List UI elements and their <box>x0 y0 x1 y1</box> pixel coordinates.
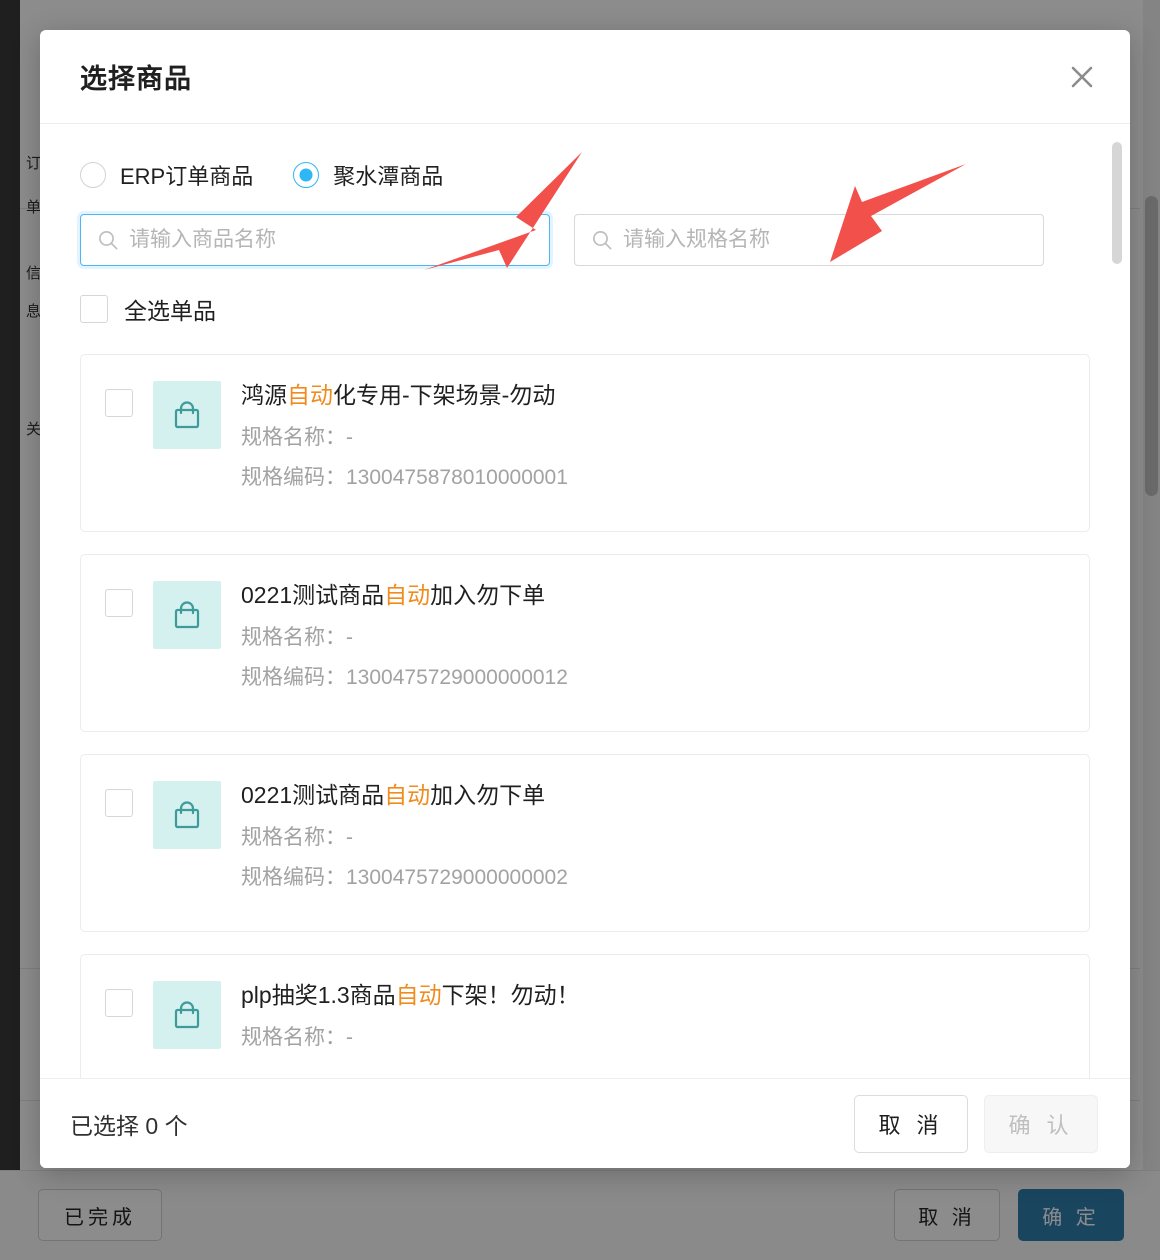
page-root: 订 单 信 息 关 已完成 取 消 确 定 选择商品 ERP订单商品 聚水潭商品… <box>0 0 1160 1260</box>
product-spec-name-line: 规格名称：- <box>241 1024 1063 1052</box>
selected-count-text: 已选择 0 个 <box>70 1112 188 1139</box>
radio-label: 聚水潭商品 <box>333 164 444 189</box>
product-spec-code-line: 规格编码：1300475878010000001 <box>241 464 1063 492</box>
product-info: 0221测试商品自动加入勿下单 规格名称：- 规格编码：130047572900… <box>241 781 1063 892</box>
product-source-radio-group: ERP订单商品 聚水潭商品 <box>80 158 1090 192</box>
product-name-highlight: 自动 <box>287 382 333 408</box>
dialog-title: 选择商品 <box>80 64 192 94</box>
product-info: 鸿源自动化专用-下架场景-勿动 规格名称：- 规格编码：130047587801… <box>241 381 1063 492</box>
spec-name-label: 规格名称： <box>241 1025 346 1049</box>
product-spec-code-line: 规格编码：1300475729000000002 <box>241 864 1063 892</box>
dialog-body: ERP订单商品 聚水潭商品 请输入商品名称 请输入规格名称 全选单品 鸿源自动化… <box>40 124 1130 1078</box>
spec-name-search-box[interactable] <box>574 214 1044 266</box>
product-list-item[interactable]: plp抽奖1.3商品自动下架！勿动！ 规格名称：- <box>80 954 1090 1078</box>
spec-name-label: 规格名称： <box>241 625 346 649</box>
spec-name-label: 规格名称： <box>241 425 346 449</box>
radio-erp-order-product[interactable]: ERP订单商品 <box>80 159 253 191</box>
shopping-bag-icon <box>153 581 221 649</box>
spec-name-value: - <box>346 625 353 649</box>
spec-name-value: - <box>346 825 353 849</box>
product-name-prefix: 0221测试商品 <box>241 582 385 608</box>
product-list-item[interactable]: 0221测试商品自动加入勿下单 规格名称：- 规格编码：130047572900… <box>80 554 1090 732</box>
dialog-confirm-button: 确 认 <box>984 1094 1098 1153</box>
dialog-footer: 已选择 0 个 取 消 确 认 <box>40 1078 1130 1168</box>
product-list-item[interactable]: 鸿源自动化专用-下架场景-勿动 规格名称：- 规格编码：130047587801… <box>80 354 1090 532</box>
product-list-item[interactable]: 0221测试商品自动加入勿下单 规格名称：- 规格编码：130047572900… <box>80 754 1090 932</box>
dialog-body-inner: ERP订单商品 聚水潭商品 请输入商品名称 请输入规格名称 全选单品 鸿源自动化… <box>40 124 1130 1078</box>
product-name-highlight: 自动 <box>384 582 431 608</box>
select-all-checkbox[interactable] <box>80 295 108 323</box>
spec-code-label: 规格编码： <box>241 466 346 490</box>
product-spec-name-line: 规格名称：- <box>241 424 1063 452</box>
dialog-header: 选择商品 <box>40 30 1130 124</box>
product-checkbox[interactable] <box>105 389 133 417</box>
radio-label: ERP订单商品 <box>120 164 254 189</box>
spec-code-value: 1300475729000000012 <box>346 666 568 690</box>
product-info: plp抽奖1.3商品自动下架！勿动！ 规格名称：- <box>241 981 1063 1052</box>
product-name: 鸿源自动化专用-下架场景-勿动 <box>241 381 1063 410</box>
spec-name-value: - <box>346 425 353 449</box>
product-name-highlight: 自动 <box>384 782 431 808</box>
product-name-prefix: 鸿源 <box>241 382 287 408</box>
spec-name-label: 规格名称： <box>241 825 346 849</box>
shopping-bag-icon <box>153 381 221 449</box>
spec-code-value: 1300475878010000001 <box>346 466 568 490</box>
search-icon <box>591 229 613 251</box>
select-product-dialog: 选择商品 ERP订单商品 聚水潭商品 请输入商品名称 请输入规格名称 全选单品 … <box>40 30 1130 1168</box>
product-name-suffix: 化专用-下架场景-勿动 <box>333 382 556 408</box>
product-name-search-box[interactable] <box>80 214 550 266</box>
product-name-suffix: 加入勿下单 <box>430 582 546 608</box>
dialog-scrollbar-thumb[interactable] <box>1112 142 1122 264</box>
product-name: plp抽奖1.3商品自动下架！勿动！ <box>241 981 1063 1010</box>
radio-circle-icon <box>80 162 106 188</box>
product-list: 鸿源自动化专用-下架场景-勿动 规格名称：- 规格编码：130047587801… <box>80 354 1090 1078</box>
radio-circle-selected-icon <box>293 162 320 188</box>
search-icon <box>97 229 119 251</box>
spec-code-value: 1300475729000000002 <box>346 866 568 890</box>
spec-code-label: 规格编码： <box>241 866 346 890</box>
product-name-suffix: 下架！勿动！ <box>441 982 580 1008</box>
search-filter-row <box>80 214 1090 266</box>
product-checkbox[interactable] <box>105 789 133 817</box>
product-name-highlight: 自动 <box>395 982 442 1008</box>
product-info: 0221测试商品自动加入勿下单 规格名称：- 规格编码：130047572900… <box>241 581 1063 692</box>
close-icon[interactable] <box>1060 55 1104 99</box>
product-spec-code-line: 规格编码：1300475729000000012 <box>241 664 1063 692</box>
product-spec-name-line: 规格名称：- <box>241 624 1063 652</box>
product-name: 0221测试商品自动加入勿下单 <box>241 581 1063 610</box>
shopping-bag-icon <box>153 781 221 849</box>
product-name-prefix: 0221测试商品 <box>241 782 385 808</box>
product-name-prefix: plp抽奖1.3商品 <box>241 982 396 1008</box>
select-all-row[interactable]: 全选单品 <box>80 292 1090 326</box>
product-checkbox[interactable] <box>105 589 133 617</box>
spec-name-value: - <box>346 1025 353 1049</box>
shopping-bag-icon <box>153 981 221 1049</box>
spec-name-search-input[interactable] <box>623 228 1031 252</box>
select-all-label: 全选单品 <box>124 298 216 324</box>
product-name-suffix: 加入勿下单 <box>430 782 546 808</box>
radio-jushuitan-product[interactable]: 聚水潭商品 <box>293 159 443 191</box>
product-checkbox[interactable] <box>105 989 133 1017</box>
product-name-search-input[interactable] <box>129 228 537 252</box>
product-spec-name-line: 规格名称：- <box>241 824 1063 852</box>
product-name: 0221测试商品自动加入勿下单 <box>241 781 1063 810</box>
spec-code-label: 规格编码： <box>241 666 346 690</box>
dialog-cancel-button[interactable]: 取 消 <box>854 1094 968 1153</box>
dialog-footer-buttons: 取 消 确 认 <box>854 1094 1098 1153</box>
dialog-scrollbar-track[interactable] <box>1112 142 1122 1064</box>
